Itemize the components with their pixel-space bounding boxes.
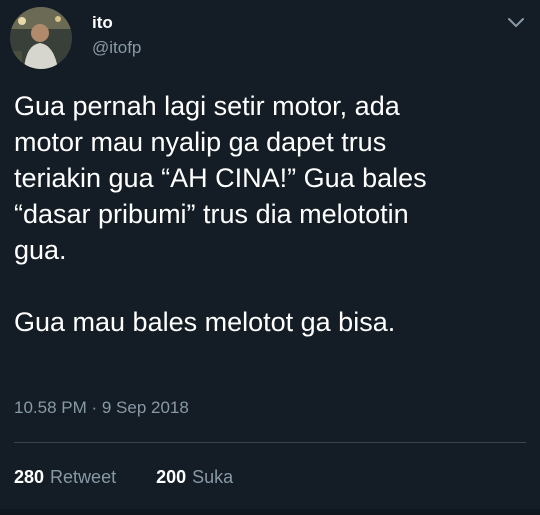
retweet-count: 280 xyxy=(14,467,45,487)
chevron-down-icon[interactable] xyxy=(505,12,527,34)
tweet-timestamp[interactable]: 10.58 PM · 9 Sep 2018 xyxy=(14,398,189,418)
avatar-image xyxy=(10,7,72,69)
tweet-text: Gua pernah lagi setir motor, ada motor m… xyxy=(14,91,427,337)
like-label: Suka xyxy=(192,467,234,487)
bottom-edge xyxy=(0,509,540,515)
tweet-stats: 280 Retweet 200 Suka xyxy=(14,467,273,488)
divider xyxy=(14,442,526,443)
retweet-label: Retweet xyxy=(50,467,117,487)
like-count: 200 xyxy=(156,467,187,487)
display-name[interactable]: ito xyxy=(92,13,113,33)
user-handle[interactable]: @itofp xyxy=(92,38,141,58)
retweet-stat[interactable]: 280 Retweet xyxy=(14,467,116,488)
like-stat[interactable]: 200 Suka xyxy=(156,467,233,488)
avatar[interactable] xyxy=(10,7,72,69)
